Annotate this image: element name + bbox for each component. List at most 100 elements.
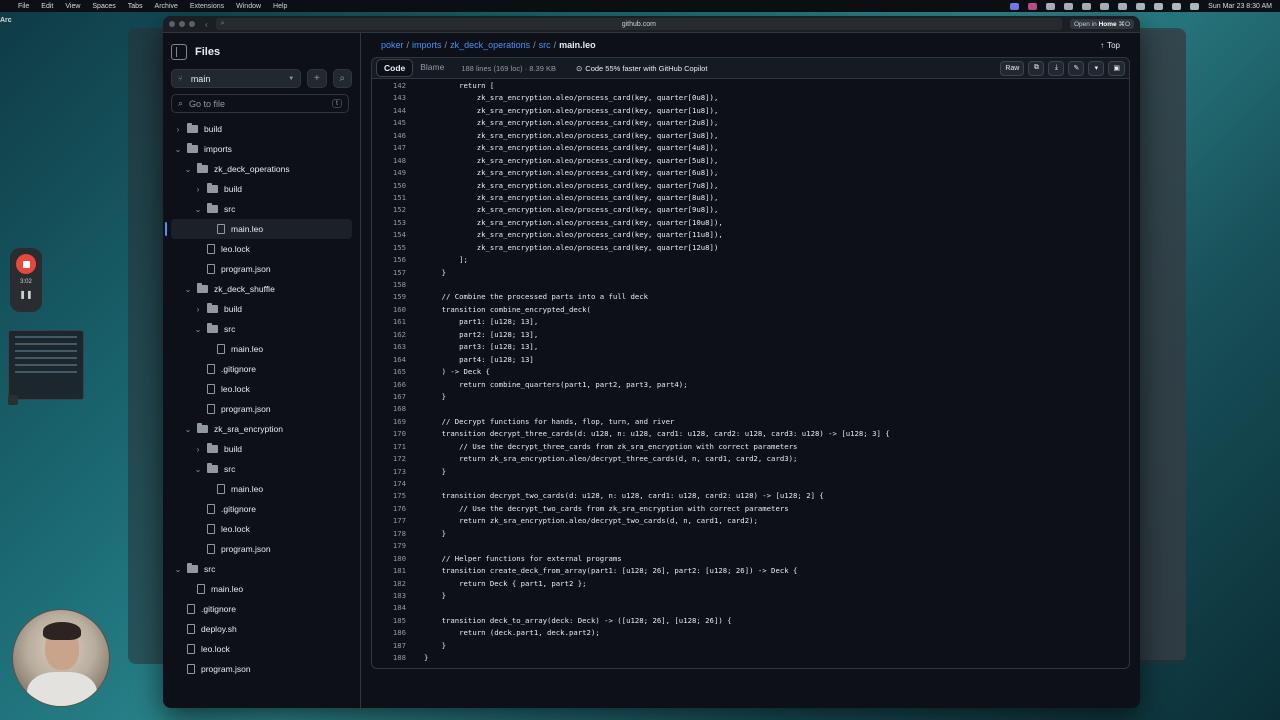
tree-folder[interactable]: ⌄ imports	[171, 139, 352, 159]
line-number[interactable]: 155	[372, 242, 424, 254]
line-number[interactable]: 166	[372, 379, 424, 391]
chevron-down-icon[interactable]: ⌄	[193, 325, 203, 334]
back-arrow-icon[interactable]: ‹	[205, 20, 208, 29]
collapse-panel-icon[interactable]	[171, 44, 187, 60]
app-tray-icon[interactable]	[1118, 2, 1128, 10]
app-tray-icon[interactable]	[1082, 2, 1092, 10]
menu-item[interactable]: View	[65, 3, 80, 10]
tree-file[interactable]: program.json	[171, 539, 352, 559]
line-number[interactable]: 147	[372, 142, 424, 154]
wifi-icon[interactable]	[1154, 2, 1164, 10]
download-icon[interactable]: ⤓	[1048, 60, 1065, 76]
chevron-down-icon[interactable]: ⌄	[183, 425, 193, 434]
tree-folder[interactable]: › build	[171, 299, 352, 319]
line-number[interactable]: 160	[372, 304, 424, 316]
breadcrumb-link[interactable]: zk_deck_operations	[450, 40, 530, 50]
line-number[interactable]: 149	[372, 167, 424, 179]
menu-item[interactable]: Window	[236, 3, 261, 10]
tab-blame[interactable]: Blame	[413, 59, 451, 77]
search-icon[interactable]	[1172, 2, 1182, 10]
line-number[interactable]: 145	[372, 117, 424, 129]
chevron-right-icon[interactable]: ›	[173, 125, 183, 134]
copy-icon[interactable]: ⧉	[1028, 60, 1045, 76]
menu-item[interactable]: Archive	[155, 3, 178, 10]
line-number[interactable]: 169	[372, 416, 424, 428]
chevron-down-icon[interactable]: ⌄	[183, 285, 193, 294]
go-to-file-input[interactable]: ⌕ Go to file t	[171, 94, 349, 113]
line-number[interactable]: 181	[372, 565, 424, 577]
line-number[interactable]: 157	[372, 267, 424, 279]
chevron-right-icon[interactable]: ›	[193, 305, 203, 314]
top-link[interactable]: ↑ Top	[1100, 41, 1120, 50]
app-tray-icon[interactable]	[1064, 2, 1074, 10]
tree-file[interactable]: main.leo	[165, 219, 352, 239]
line-number[interactable]: 142	[372, 80, 424, 92]
line-number[interactable]: 187	[372, 640, 424, 652]
battery-icon[interactable]	[1136, 2, 1146, 10]
chevron-down-icon[interactable]: ⌄	[173, 565, 183, 574]
tree-file[interactable]: program.json	[171, 399, 352, 419]
tree-folder[interactable]: ⌄ src	[171, 459, 352, 479]
tree-folder[interactable]: ⌄ zk_deck_shuffle	[171, 279, 352, 299]
menubar-clock[interactable]: Sun Mar 23 8:30 AM	[1208, 3, 1272, 10]
tree-file[interactable]: main.leo	[171, 579, 352, 599]
line-number[interactable]: 176	[372, 503, 424, 515]
menu-item[interactable]: File	[18, 3, 29, 10]
line-number[interactable]: 186	[372, 627, 424, 639]
menu-item[interactable]: Spaces	[92, 3, 115, 10]
chevron-down-icon[interactable]: ⌄	[173, 145, 183, 154]
copilot-promo[interactable]: ⊙ Code 55% faster with GitHub Copilot	[576, 64, 707, 73]
tree-folder[interactable]: ⌄ zk_sra_encryption	[171, 419, 352, 439]
tree-folder[interactable]: › build	[171, 439, 352, 459]
line-number[interactable]: 164	[372, 354, 424, 366]
app-icon[interactable]	[8, 395, 18, 405]
window-thumbnail[interactable]	[8, 330, 84, 400]
chevron-down-icon[interactable]: ⌄	[193, 205, 203, 214]
line-number[interactable]: 148	[372, 155, 424, 167]
tree-folder[interactable]: › build	[171, 119, 352, 139]
branch-selector[interactable]: ⑂ main ▼	[171, 69, 302, 88]
app-tray-icon[interactable]	[1046, 2, 1056, 10]
tree-file[interactable]: leo.lock	[171, 379, 352, 399]
recording-status-icon[interactable]	[1028, 2, 1038, 10]
control-center-icon[interactable]	[1190, 2, 1200, 10]
line-number[interactable]: 158	[372, 279, 424, 291]
tree-folder[interactable]: ⌄ zk_deck_operations	[171, 159, 352, 179]
line-number[interactable]: 175	[372, 490, 424, 502]
add-file-button[interactable]: +	[307, 69, 327, 88]
minimize-window-button[interactable]	[179, 21, 185, 27]
line-number[interactable]: 179	[372, 540, 424, 552]
tab-code[interactable]: Code	[376, 59, 414, 77]
line-number[interactable]: 180	[372, 553, 424, 565]
breadcrumb-link[interactable]: poker	[381, 40, 404, 50]
line-number[interactable]: 173	[372, 466, 424, 478]
tree-folder[interactable]: ⌄ src	[171, 559, 352, 579]
tree-file[interactable]: leo.lock	[171, 519, 352, 539]
tree-file[interactable]: leo.lock	[171, 239, 352, 259]
line-number[interactable]: 188	[372, 652, 424, 664]
tree-file[interactable]: program.json	[171, 659, 352, 679]
line-number[interactable]: 172	[372, 453, 424, 465]
raw-button[interactable]: Raw	[1000, 60, 1025, 76]
search-button[interactable]: ⌕	[332, 69, 352, 88]
pause-icon[interactable]: ❚❚	[19, 290, 32, 299]
close-window-button[interactable]	[169, 21, 175, 27]
chevron-right-icon[interactable]: ›	[193, 445, 203, 454]
url-bar[interactable]: ⌕ github.com	[215, 18, 1062, 30]
breadcrumb-link[interactable]: src	[539, 40, 551, 50]
line-number[interactable]: 178	[372, 528, 424, 540]
symbols-panel-icon[interactable]: ▣	[1108, 60, 1125, 76]
line-number[interactable]: 152	[372, 204, 424, 216]
edit-icon[interactable]: ✎	[1068, 60, 1085, 76]
menu-item[interactable]: Extensions	[190, 3, 224, 10]
tree-folder[interactable]: ⌄ src	[171, 319, 352, 339]
breadcrumb-link[interactable]: imports	[412, 40, 442, 50]
line-number[interactable]: 153	[372, 217, 424, 229]
line-number[interactable]: 143	[372, 92, 424, 104]
app-tray-icon[interactable]	[1100, 2, 1110, 10]
line-number[interactable]: 167	[372, 391, 424, 403]
line-number[interactable]: 154	[372, 229, 424, 241]
line-number[interactable]: 185	[372, 615, 424, 627]
tree-file[interactable]: .gitignore	[171, 499, 352, 519]
menu-item[interactable]: Edit	[41, 3, 53, 10]
